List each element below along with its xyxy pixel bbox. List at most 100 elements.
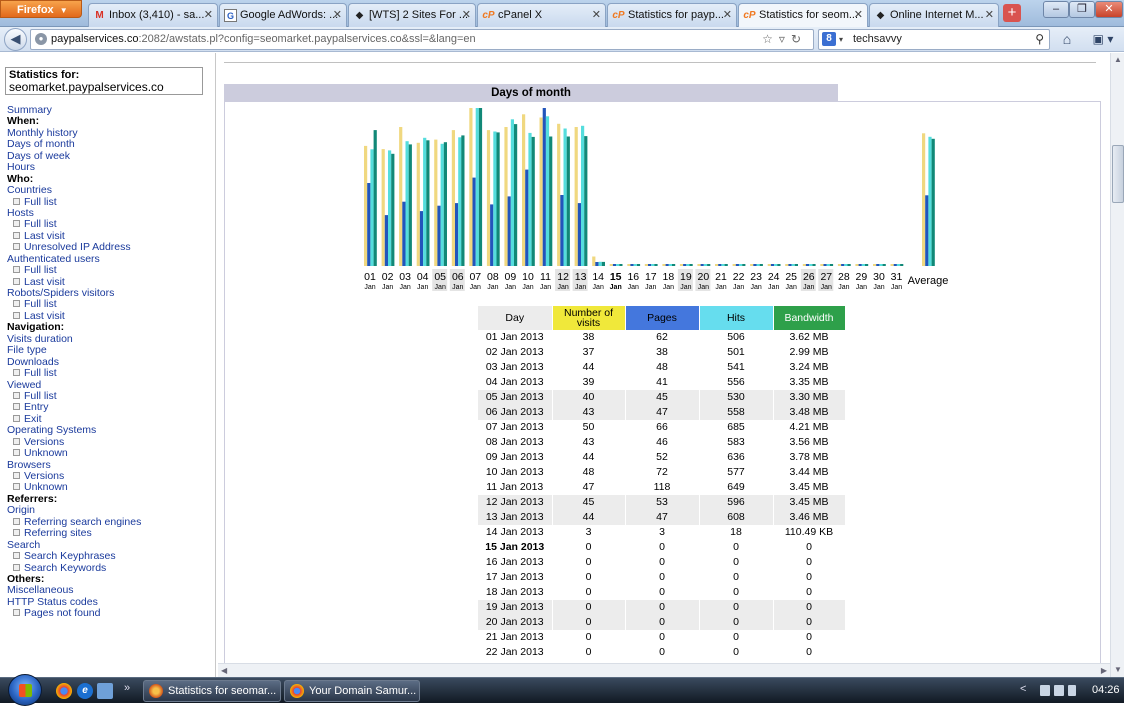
scrollbar-thumb[interactable] <box>1112 145 1124 203</box>
action-center-icon[interactable] <box>1040 685 1050 696</box>
minimize-window-button[interactable]: – <box>1043 1 1069 18</box>
chart-bar <box>855 264 859 266</box>
maximize-window-button[interactable]: ❐ <box>1069 1 1095 18</box>
cell-visits: 45 <box>552 495 626 510</box>
chart-bar <box>455 203 459 266</box>
firefox-menu-button[interactable]: Firefox ▼ <box>0 0 82 18</box>
close-tab-icon[interactable]: ✕ <box>592 4 601 26</box>
gmail-icon: M <box>95 10 104 21</box>
menu-item-label: Search Keywords <box>24 561 107 574</box>
menu-section-heading: Referrers: <box>7 493 212 505</box>
browser-tab[interactable]: G Google AdWords: ... ✕ <box>219 3 347 27</box>
bookmarks-menu-button[interactable]: ▣ ▾ <box>1088 30 1118 49</box>
search-box[interactable]: 8 ▾ techsavvy ⚲ <box>818 29 1050 50</box>
chart-bar <box>820 264 824 266</box>
home-button[interactable]: ⌂ <box>1057 30 1077 49</box>
average-bar <box>928 136 932 266</box>
close-tab-icon[interactable]: ✕ <box>854 4 863 26</box>
cell-bandwidth: 4.21 MB <box>773 420 846 435</box>
cell-pages: 45 <box>625 390 700 405</box>
volume-icon[interactable] <box>1068 685 1076 696</box>
network-icon[interactable] <box>1054 685 1064 696</box>
start-button[interactable] <box>8 674 42 706</box>
chevron-down-icon[interactable]: ▾ <box>839 30 843 49</box>
reload-icon[interactable]: ↻ <box>791 32 807 46</box>
bookmark-star-icon[interactable]: ☆ <box>762 32 779 46</box>
firefox-icon <box>149 684 163 698</box>
browser-tab[interactable]: ◆ [WTS] 2 Sites For ... ✕ <box>348 3 476 27</box>
taskbar-firefox-window[interactable]: Statistics for seomar... <box>143 680 281 702</box>
dropdown-icon[interactable]: ▿ <box>779 32 791 46</box>
chrome-icon[interactable] <box>56 683 72 699</box>
horizontal-scrollbar[interactable]: ◀ ▶ <box>218 663 1110 677</box>
menu-item[interactable]: Days of week <box>7 150 212 162</box>
menu-item-label: Full list <box>24 367 57 380</box>
browser-tab[interactable]: ◆ Online Internet M... ✕ <box>869 3 999 27</box>
show-desktop-icon[interactable] <box>97 683 113 699</box>
scroll-right-icon[interactable]: ▶ <box>1101 666 1107 675</box>
google-search-engine-icon[interactable]: 8 <box>822 32 836 46</box>
chart-bar <box>865 264 869 266</box>
close-tab-icon[interactable]: ✕ <box>723 4 732 26</box>
browser-tab[interactable]: M Inbox (3,410) - sa... ✕ <box>88 3 218 27</box>
chart-bar <box>510 119 514 266</box>
cell-day: 22 Jan 2013 <box>478 645 553 660</box>
table-row: 03 Jan 2013 44 48 541 3.24 MB <box>478 360 846 375</box>
chart-bar <box>539 117 543 266</box>
cell-day: 19 Jan 2013 <box>478 600 553 615</box>
close-tab-icon[interactable]: ✕ <box>462 4 471 26</box>
x-tick-month-label: Jan <box>856 284 867 291</box>
browser-tab[interactable]: cP Statistics for payp... ✕ <box>607 3 737 27</box>
back-button[interactable]: ◀ <box>4 28 27 51</box>
vertical-scrollbar[interactable]: ▲ ▼ <box>1110 53 1124 677</box>
close-tab-icon[interactable]: ✕ <box>333 4 342 26</box>
x-tick-label: 12 <box>557 271 569 283</box>
x-tick-month-label: Jan <box>399 284 410 291</box>
new-tab-button[interactable]: + <box>1003 4 1021 22</box>
sub-item-icon <box>13 231 20 239</box>
cell-day: 04 Jan 2013 <box>478 375 553 390</box>
close-tab-icon[interactable]: ✕ <box>204 4 213 26</box>
browser-tab[interactable]: cP cPanel X ✕ <box>477 3 606 27</box>
table-row: 09 Jan 2013 44 52 636 3.78 MB <box>478 450 846 465</box>
taskbar-chrome-window[interactable]: Your Domain Samur... <box>284 680 420 702</box>
browser-tab[interactable]: cP Statistics for seom... ✕ <box>738 3 868 27</box>
chart-bar <box>528 132 532 266</box>
menu-item[interactable]: Hours <box>7 161 212 173</box>
x-tick-month-label: Jan <box>557 284 568 291</box>
chart-bar <box>416 142 420 266</box>
chart-bar <box>893 264 897 266</box>
scroll-left-icon[interactable]: ◀ <box>221 666 227 675</box>
quick-launch-overflow-icon[interactable]: » <box>124 682 130 694</box>
chart-bar <box>373 130 377 266</box>
search-input[interactable]: techsavvy <box>853 33 902 45</box>
menu-item-label: Hosts <box>7 206 34 219</box>
cell-visits: 44 <box>552 360 626 375</box>
cell-pages: 118 <box>625 480 700 495</box>
forum-icon: ◆ <box>876 10 885 21</box>
x-tick-month-label: Jan <box>505 284 516 291</box>
chart-bar <box>408 144 412 266</box>
x-tick-label: 25 <box>785 271 797 283</box>
close-tab-icon[interactable]: ✕ <box>985 4 994 26</box>
scroll-up-icon[interactable]: ▲ <box>1114 55 1122 64</box>
chart-bar <box>619 264 623 266</box>
cell-hits: 0 <box>699 630 774 645</box>
magnifier-icon[interactable]: ⚲ <box>1035 30 1044 49</box>
menu-item-label: Summary <box>7 104 52 116</box>
tray-expand-icon[interactable]: < <box>1020 683 1026 695</box>
sub-item-icon <box>13 529 20 537</box>
table-row: 15 Jan 2013 0 0 0 0 <box>478 540 846 555</box>
x-tick-label: 24 <box>768 271 780 283</box>
chart-bar <box>700 264 704 266</box>
cell-day: 11 Jan 2013 <box>478 480 553 495</box>
chart-bar <box>742 264 746 266</box>
clock[interactable]: 04:26 <box>1092 684 1120 696</box>
menu-item-label: Unresolved IP Address <box>24 241 131 254</box>
scroll-down-icon[interactable]: ▼ <box>1114 665 1122 674</box>
address-bar[interactable]: ● paypalservices.co:2082/awstats.pl?conf… <box>30 29 814 50</box>
menu-item[interactable]: Pages not found <box>7 608 212 619</box>
internet-explorer-icon[interactable]: e <box>77 683 93 699</box>
close-window-button[interactable]: ✕ <box>1095 1 1123 18</box>
menu-item[interactable]: Full list <box>7 196 212 208</box>
